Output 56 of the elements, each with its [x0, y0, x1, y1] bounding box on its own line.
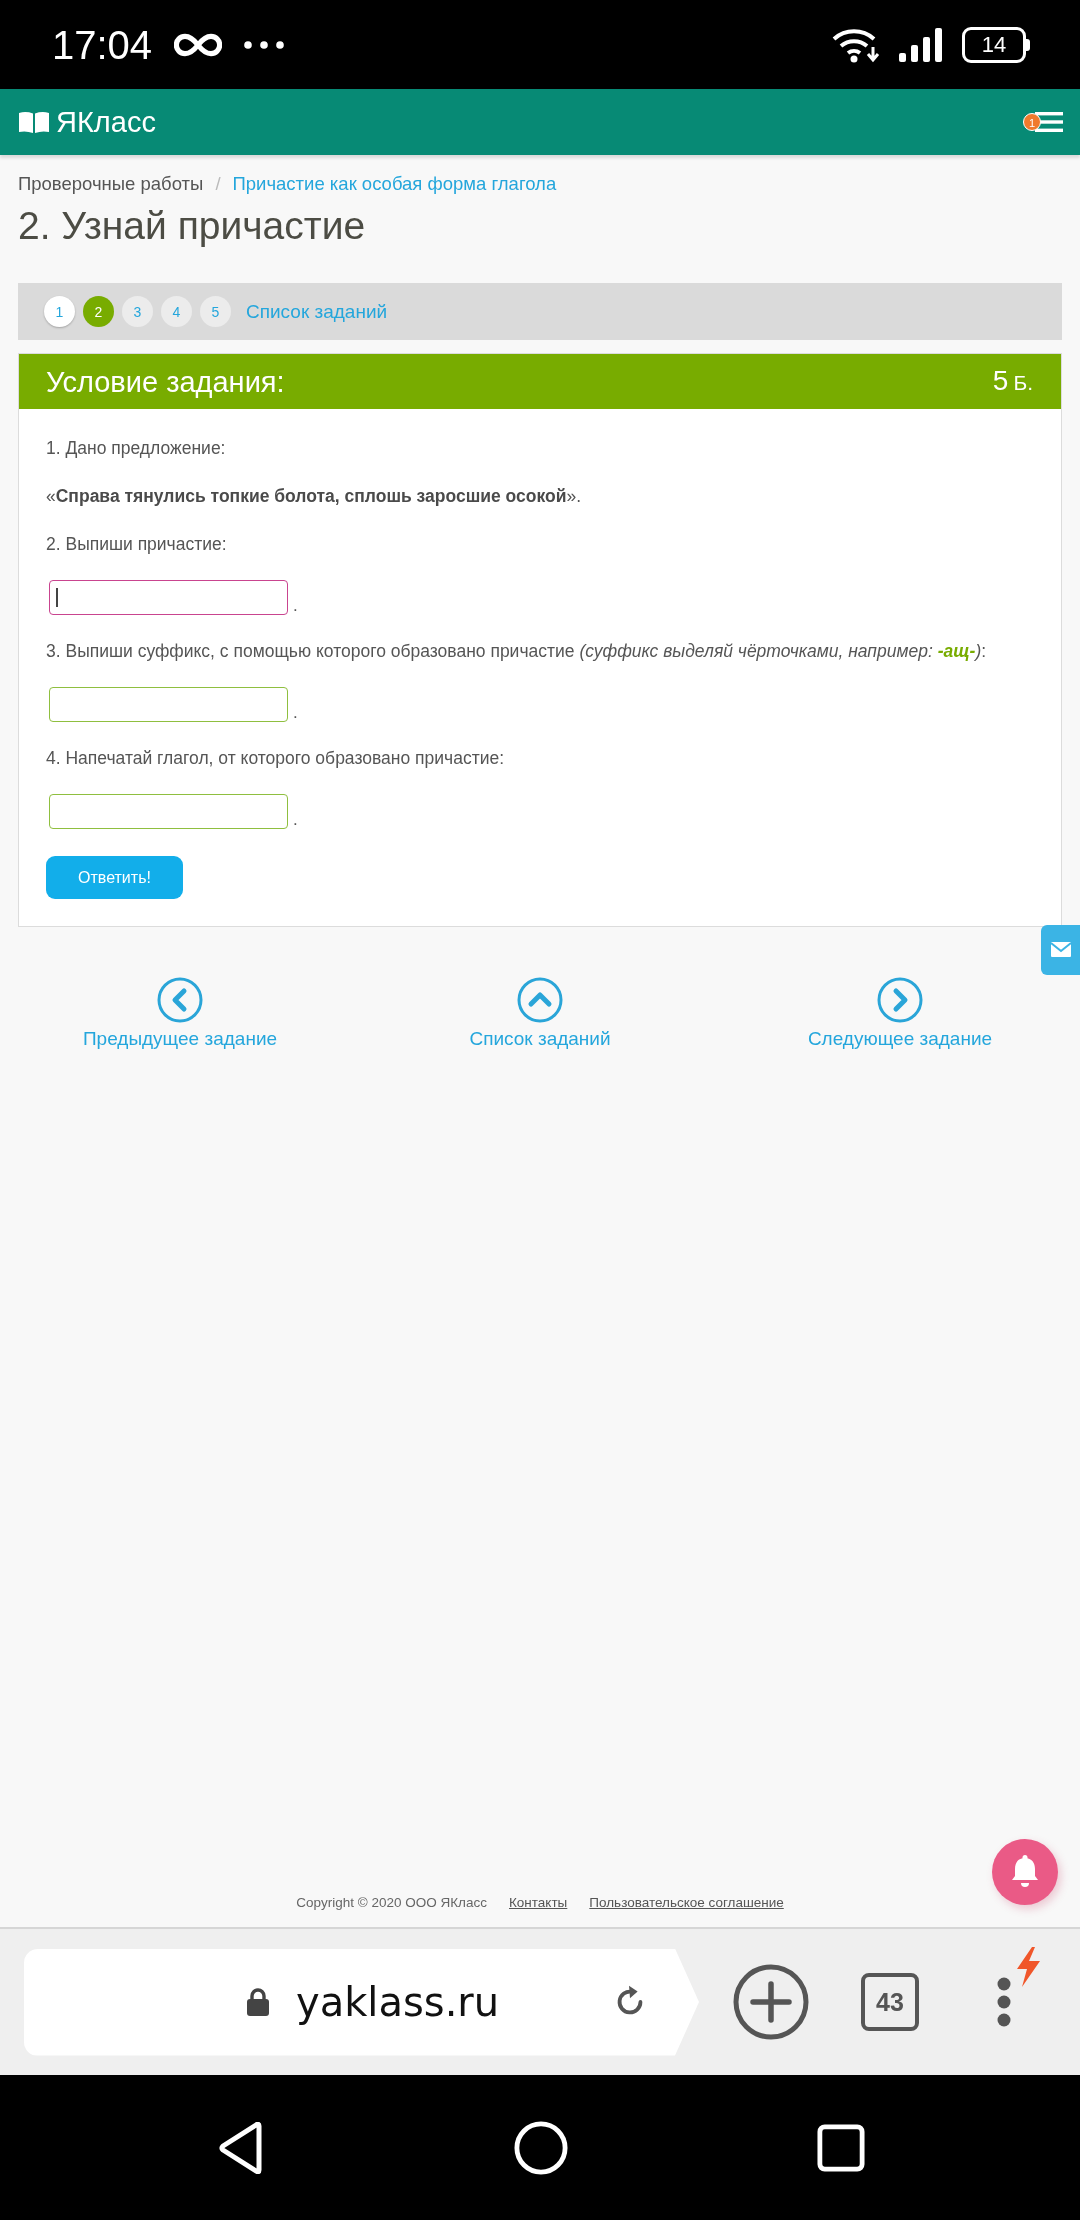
breadcrumb-link[interactable]: Проверочные работы [18, 172, 204, 196]
footer-link[interactable]: Пользовательское соглашение [589, 1894, 784, 1912]
address-bar[interactable]: yaklass.ru [24, 1948, 699, 2056]
lightning-icon [1015, 1947, 1041, 1987]
home-icon[interactable] [513, 2120, 568, 2175]
bell-icon [1009, 1855, 1041, 1889]
task-list-link[interactable]: Список заданий [469, 977, 611, 1052]
task-list-link[interactable]: Список заданий [246, 300, 388, 323]
tab-count-button[interactable]: 43 [861, 1973, 919, 2031]
question-text: 3. Выпиши суффикс, с помощью которого образовано причастие (суффикс выделяй чёрточками, например: -ащ-): [46, 640, 987, 663]
more-vertical-icon[interactable] [997, 1977, 1011, 2027]
infinity-icon [174, 31, 223, 58]
previous-task-link[interactable]: Предыдущее задание [82, 977, 278, 1052]
status-time: 17:04 [52, 21, 153, 68]
task-number-button[interactable]: 2 [83, 296, 114, 327]
battery-indicator: 14 [962, 26, 1030, 63]
url-text: yaklass.ru [296, 1978, 500, 2026]
question-text: 2. Выпиши причастие: [46, 533, 227, 556]
task-number-button[interactable]: 4 [161, 296, 192, 327]
copyright-text: Copyright © 2020 ООО ЯКласс [296, 1894, 487, 1912]
points-unit: Б. [1013, 369, 1033, 396]
chevron-left-circle-icon [157, 977, 203, 1023]
question-text: «Справа тянулись топкие болота, сплошь заросшие осокой». [46, 485, 582, 508]
task-heading: Условие задания: [46, 364, 285, 400]
mail-icon[interactable] [1041, 925, 1080, 975]
field-period: . [293, 597, 298, 615]
back-icon[interactable] [218, 2121, 264, 2174]
field-period: . [293, 811, 298, 829]
lock-icon [246, 1987, 270, 2017]
notification-button[interactable] [992, 1839, 1058, 1905]
task-number-button[interactable]: 5 [200, 296, 231, 327]
more-dots-icon [244, 40, 285, 49]
answer-field[interactable] [49, 580, 288, 615]
wifi-icon [832, 26, 880, 63]
footer-link[interactable]: Контакты [509, 1894, 568, 1912]
signal-icon [898, 26, 944, 63]
next-task-link[interactable]: Следующее задание [807, 977, 993, 1052]
recents-icon[interactable] [817, 2123, 865, 2172]
breadcrumb-link[interactable]: Причастие как особая форма глагола [232, 172, 557, 196]
answer-field[interactable] [49, 794, 288, 829]
answer-button[interactable]: Ответить! [46, 856, 183, 899]
logo-text[interactable]: ЯКласс [56, 105, 156, 139]
answer-field[interactable] [49, 687, 288, 722]
chevron-right-circle-icon [877, 977, 923, 1023]
plus-circle-icon[interactable] [733, 1964, 809, 2040]
field-period: . [293, 704, 298, 722]
points-value: 5 [992, 363, 1009, 398]
chevron-up-circle-icon [517, 977, 563, 1023]
task-number-button[interactable]: 3 [122, 296, 153, 327]
question-text: 4. Напечатай глагол, от которого образовано причастие: [46, 747, 505, 770]
notification-badge: 1 [1023, 113, 1041, 131]
book-icon[interactable] [18, 110, 50, 134]
task-number-button[interactable]: 1 [44, 296, 75, 327]
page-title: 2. Узнай причастие [18, 203, 367, 249]
breadcrumb-separator: / [215, 172, 221, 196]
question-text: 1. Дано предложение: [46, 437, 226, 460]
